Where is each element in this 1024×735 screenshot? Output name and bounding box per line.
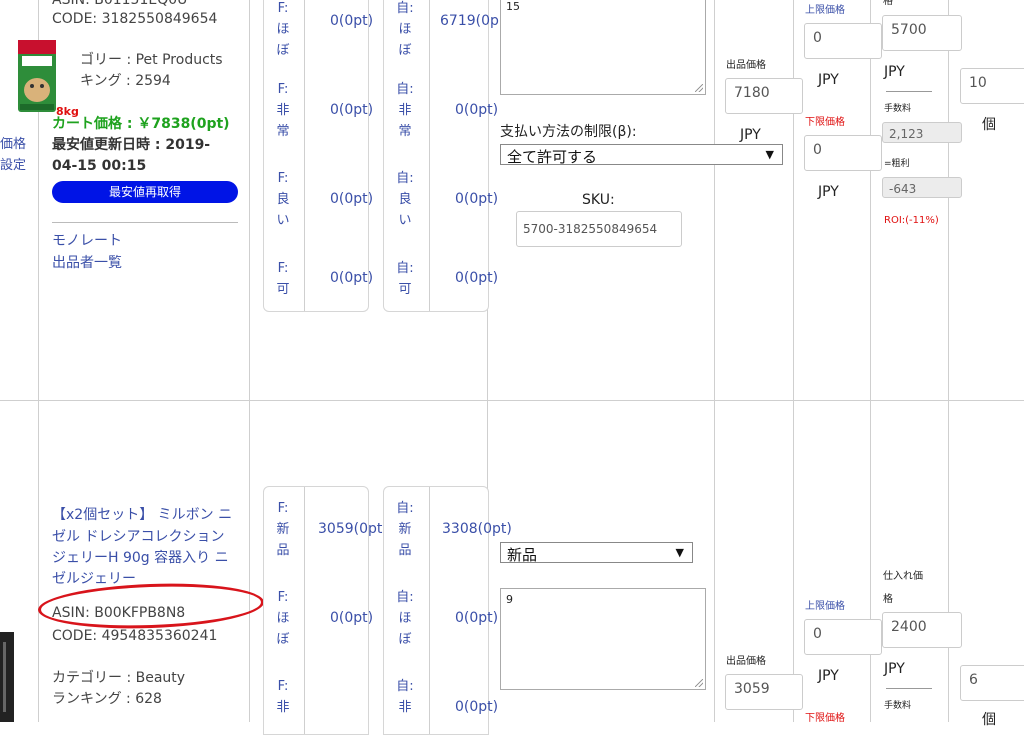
lower-limit-label: 下限価格	[805, 713, 845, 724]
condition-label: 自: 可	[396, 261, 414, 297]
fee-value: 2,123	[882, 122, 962, 143]
quantity-input[interactable]: 6	[960, 665, 1024, 701]
product-title-link-2[interactable]: ゼル ドレシアコレクション	[52, 529, 224, 546]
asin-label: ASIN: B01151EQ0U	[52, 0, 188, 8]
cost-price-label: 仕入れ価	[883, 571, 923, 582]
note-textarea[interactable]: 9	[500, 588, 706, 690]
col-divider	[714, 0, 715, 722]
condition-label: F: 非	[276, 679, 290, 715]
condition-label: 自: 良い	[396, 171, 414, 228]
condition-value: 0(0pt)	[330, 610, 374, 626]
fee-label: 手数料	[884, 104, 912, 114]
condition-label: F: 非常	[276, 82, 290, 139]
profit-value: -643	[882, 177, 962, 198]
condition-label: 自: ほぼ	[396, 1, 414, 58]
condition-value: 6719(0p	[440, 13, 499, 29]
condition-value: 0(0pt)	[455, 191, 499, 207]
lower-limit-label: 下限価格	[805, 117, 845, 128]
cart-price: カート価格 : ￥7838(0pt)	[52, 116, 230, 132]
price-settings-link[interactable]: 価格	[0, 137, 26, 153]
condition-value: 0(0pt)	[330, 102, 374, 118]
upper-limit-label: 上限価格	[805, 5, 845, 16]
cost-price-input[interactable]: 5700	[882, 15, 962, 51]
category-label: カテゴリー : Beauty	[52, 670, 186, 686]
cost-price-label: 格	[883, 0, 893, 7]
listing-price-currency: JPY	[740, 127, 761, 143]
quantity-unit: 個	[982, 117, 996, 133]
profit-label: =粗利	[884, 159, 910, 169]
condition-value: 0(0pt)	[455, 270, 499, 286]
condition-value: 0(0pt)	[455, 699, 499, 715]
chevron-down-icon: ▼	[765, 148, 774, 161]
condition-label: 自: 非	[396, 679, 414, 715]
upper-limit-label: 上限価格	[805, 601, 845, 612]
condition-label: F: 新品	[276, 501, 290, 558]
refetch-lowest-price-button[interactable]: 最安値再取得	[52, 181, 238, 203]
condition-value: 0(0pt)	[330, 191, 374, 207]
condition-value: 0(0pt)	[455, 102, 499, 118]
annotation-ellipse	[37, 580, 265, 632]
separator	[886, 688, 932, 689]
upper-limit-input[interactable]: 0	[804, 619, 882, 655]
product-image[interactable]	[0, 632, 16, 722]
sku-label: SKU:	[582, 192, 615, 208]
condition-label: 自: ほぼ	[396, 590, 414, 647]
cost-price-label-2: 格	[883, 594, 893, 605]
product-title-link-3[interactable]: ジェリーH 90g 容器入り ニ	[52, 550, 229, 567]
cost-price-currency: JPY	[884, 64, 905, 80]
condition-value: 0(0pt)	[330, 270, 374, 286]
condition-label: F: 良い	[276, 171, 290, 228]
price-settings-link-2[interactable]: 設定	[0, 158, 26, 174]
product-title-link[interactable]: 【x2個セット】 ミルボン ニ	[52, 507, 232, 524]
monorate-link[interactable]: モノレート	[52, 233, 122, 250]
code-label: CODE: 3182550849654	[52, 11, 218, 27]
listing-price-input[interactable]: 7180	[725, 78, 803, 114]
lower-limit-input[interactable]: 0	[804, 135, 882, 171]
condition-label: 自: 新品	[396, 501, 414, 558]
lowest-price-updated-label: 最安値更新日時 : 2019-	[52, 137, 211, 153]
roi-value: ROI:(-11%)	[884, 215, 939, 226]
upper-limit-currency: JPY	[818, 72, 839, 88]
ranking-label: ランキング : 628	[52, 691, 162, 707]
separator	[886, 91, 932, 92]
condition-label: 自: 非常	[396, 82, 414, 139]
note-textarea[interactable]: 15	[500, 0, 706, 95]
quantity-unit: 個	[982, 712, 996, 728]
cost-price-currency: JPY	[884, 661, 905, 677]
col-divider	[870, 0, 871, 722]
sku-input[interactable]: 5700-3182550849654	[516, 211, 682, 247]
condition-value: 3059(0pt)	[318, 521, 388, 537]
code-label: CODE: 4954835360241	[52, 628, 218, 644]
listing-price-label: 出品価格	[726, 60, 766, 71]
listing-price-input[interactable]: 3059	[725, 674, 803, 710]
lower-limit-currency: JPY	[818, 184, 839, 200]
condition-value: 0(0pt)	[330, 13, 374, 29]
upper-limit-currency: JPY	[818, 668, 839, 684]
upper-limit-input[interactable]: 0	[804, 23, 882, 59]
sellers-list-link[interactable]: 出品者一覧	[52, 255, 122, 272]
condition-select[interactable]: 新品 ▼	[500, 542, 693, 564]
condition-label: F: 可	[276, 261, 290, 297]
col-divider	[249, 0, 250, 722]
separator	[52, 222, 238, 223]
chevron-down-icon: ▼	[675, 546, 684, 559]
condition-label: F: ほぼ	[276, 1, 290, 58]
category-label: ゴリー : Pet Products	[80, 52, 223, 68]
cost-price-input[interactable]: 2400	[882, 612, 962, 648]
listing-price-label: 出品価格	[726, 656, 766, 667]
quantity-input[interactable]: 10	[960, 68, 1024, 104]
lowest-price-updated-time: 04-15 00:15	[52, 158, 147, 174]
product-image[interactable]	[14, 38, 60, 114]
condition-label: F: ほぼ	[276, 590, 290, 647]
ranking-label: キング : 2594	[80, 73, 171, 89]
condition-value: 3308(0pt)	[442, 521, 512, 537]
fee-label: 手数料	[884, 701, 912, 711]
row-divider	[0, 400, 1024, 401]
payment-restriction-label: 支払い方法の制限(β):	[500, 124, 637, 140]
condition-value: 0(0pt)	[455, 610, 499, 626]
payment-restriction-select[interactable]: 全て許可する ▼	[500, 144, 783, 166]
